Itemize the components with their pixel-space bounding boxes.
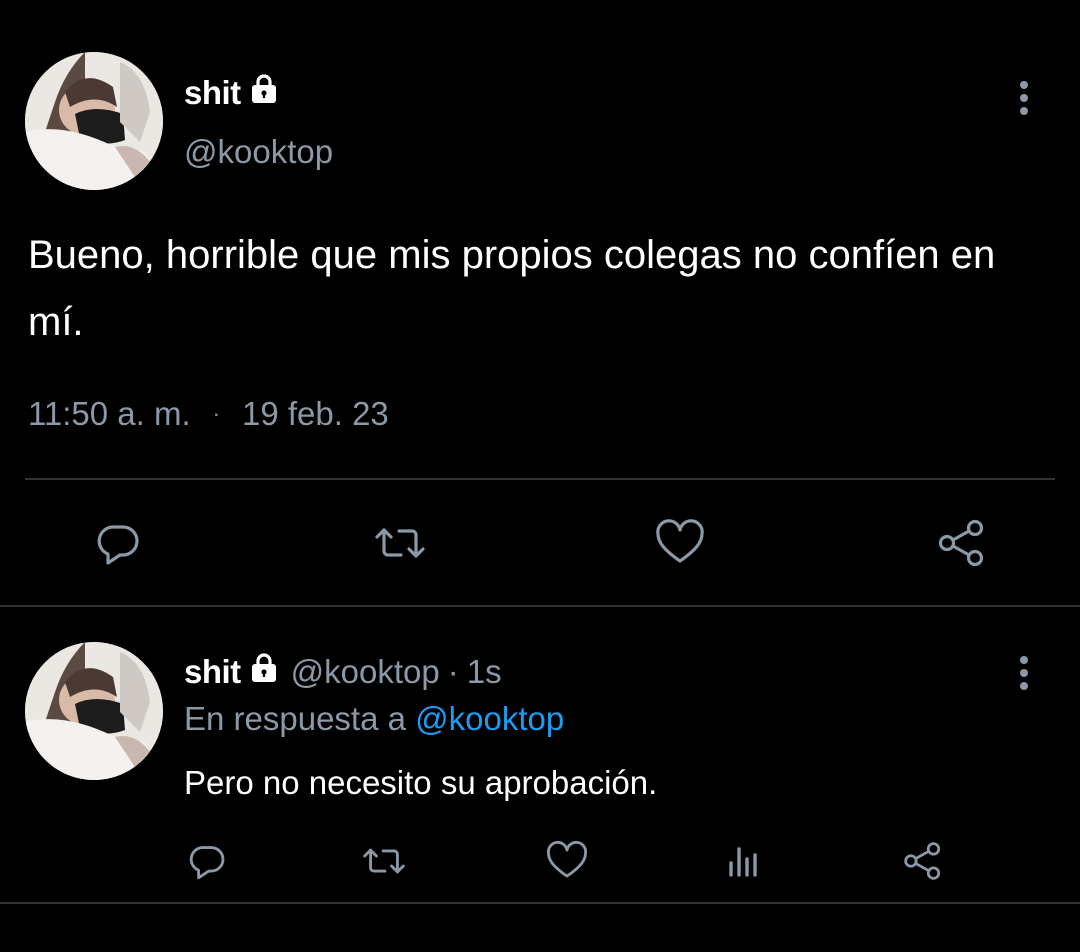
like-button[interactable] [652, 515, 708, 571]
retweet-button[interactable] [370, 515, 430, 571]
divider [25, 478, 1055, 480]
share-icon [938, 519, 984, 567]
lock-icon [249, 74, 279, 112]
analytics-icon [729, 847, 757, 877]
display-name[interactable]: shit [184, 74, 279, 112]
like-icon [546, 840, 588, 878]
share-button[interactable] [934, 515, 990, 571]
like-button[interactable] [544, 838, 590, 884]
reply-text: Pero no necesito su aprobación. [184, 764, 658, 801]
retweet-icon [363, 848, 405, 874]
display-name-text: shit [184, 74, 241, 111]
avatar-image [25, 642, 163, 780]
in-reply-to-prefix: En respuesta a [184, 700, 406, 737]
analytics-button[interactable] [720, 838, 766, 884]
tweet-meta: 11:50 a. m. · 19 feb. 23 [28, 395, 389, 433]
more-options-icon[interactable] [1018, 80, 1030, 116]
reply-icon [97, 525, 139, 565]
more-options-icon[interactable] [1018, 655, 1030, 691]
handle[interactable]: @kooktop [184, 133, 333, 171]
lock-icon [249, 653, 279, 691]
meta-separator: · [212, 401, 220, 426]
divider [0, 605, 1080, 607]
share-button[interactable] [900, 838, 946, 884]
in-reply-to: En respuesta a @kooktop [184, 700, 564, 738]
reply-handle[interactable]: @kooktop [291, 653, 440, 691]
avatar-image [25, 52, 163, 190]
retweet-button[interactable] [358, 838, 410, 884]
reply-avatar[interactable] [25, 642, 163, 780]
share-icon [904, 842, 941, 880]
reply-display-name[interactable]: shit [184, 653, 241, 691]
retweet-icon [375, 528, 425, 558]
tweet-text: Bueno, horrible que mis propios colegas … [28, 233, 996, 344]
divider [0, 902, 1080, 904]
tweet-date: 19 feb. 23 [241, 395, 389, 432]
like-icon [656, 519, 704, 563]
tweet-time: 11:50 a. m. [28, 395, 191, 432]
in-reply-to-mention[interactable]: @kooktop [415, 700, 564, 737]
reply-separator: · [447, 653, 459, 690]
reply-time[interactable]: 1s [467, 653, 502, 691]
reply-icon [189, 846, 225, 880]
reply-button[interactable] [90, 515, 146, 571]
main-avatar[interactable] [25, 52, 163, 190]
reply-header: shit @kooktop · 1s [184, 653, 502, 691]
reply-button[interactable] [184, 838, 230, 884]
